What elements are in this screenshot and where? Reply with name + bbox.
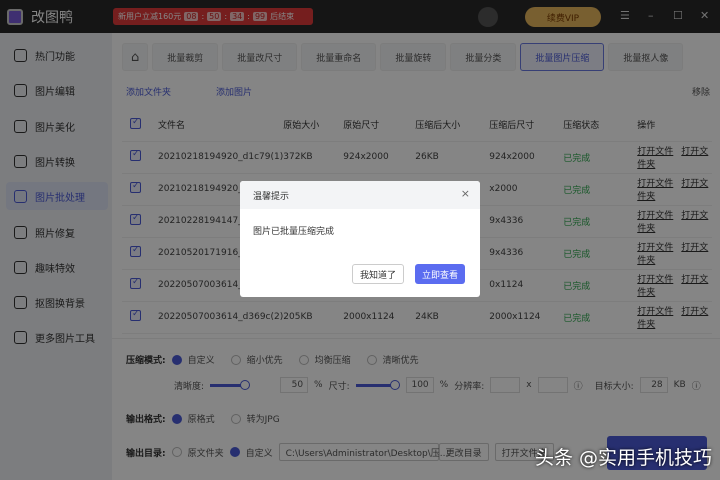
dialog-title: 温馨提示 — [253, 191, 290, 202]
close-icon[interactable]: × — [461, 187, 470, 200]
dialog-message: 图片已批量压缩完成 — [253, 227, 335, 237]
acknowledge-button[interactable]: 我知道了 — [352, 264, 405, 284]
notice-dialog: 温馨提示 × 图片已批量压缩完成 我知道了 立即查看 — [240, 181, 480, 297]
watermark: 头条 @实用手机技巧 — [535, 447, 713, 469]
view-now-button[interactable]: 立即查看 — [415, 264, 466, 284]
